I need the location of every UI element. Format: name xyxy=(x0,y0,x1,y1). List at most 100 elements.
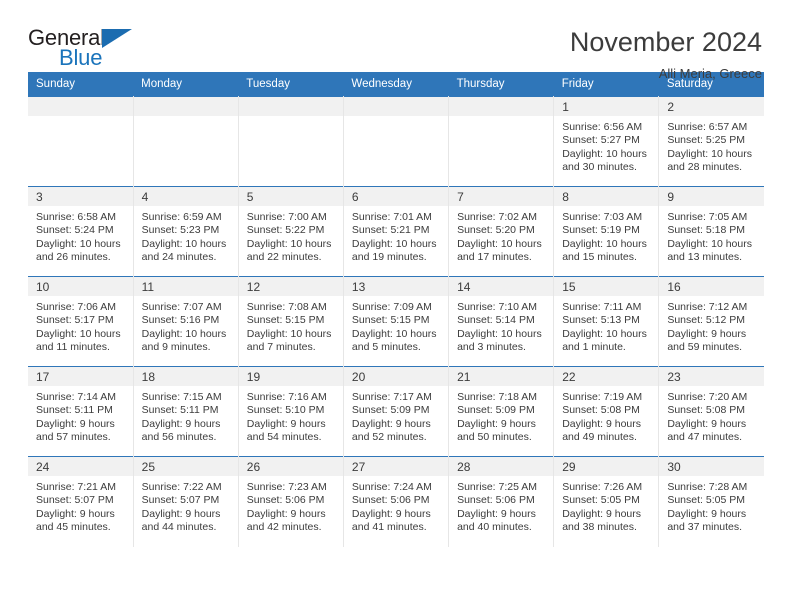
daylight-duration-line2: and 38 minutes. xyxy=(562,521,637,534)
day-sun-info: Sunrise: 6:57 AM Sunset: 5:25 PM Daylight:… xyxy=(659,116,764,175)
daylight-duration-line1: Daylight: 10 hours xyxy=(562,237,647,250)
daylight-duration-line1: Daylight: 9 hours xyxy=(667,507,747,520)
calendar-page: General Blue November 2024 Alli Meria, G… xyxy=(0,0,792,612)
sunrise-time: Sunrise: 7:08 AM xyxy=(246,301,327,313)
sunrise-time: Sunrise: 7:01 AM xyxy=(351,211,432,223)
sunset-time: Sunset: 5:12 PM xyxy=(667,314,745,327)
day-number: 13 xyxy=(343,277,449,296)
daylight-duration-line2: and 1 minute. xyxy=(562,341,626,354)
calendar-day-cell[interactable]: 8 Sunrise: 7:03 AM Sunset: 5:19 PM Daylight… xyxy=(553,186,660,277)
sunrise-time: Sunrise: 6:57 AM xyxy=(667,121,748,133)
sunset-time: Sunset: 5:24 PM xyxy=(36,224,114,237)
daylight-duration-line2: and 47 minutes. xyxy=(667,431,743,444)
calendar-day-cell[interactable]: 27 Sunrise: 7:24 AM Sunset: 5:06 PM Dayligh… xyxy=(343,456,450,547)
calendar-week-row: 3 Sunrise: 6:58 AM Sunset: 5:24 PM Daylight… xyxy=(28,186,764,277)
day-number xyxy=(28,97,133,116)
daylight-duration-line2: and 57 minutes. xyxy=(36,431,111,444)
calendar-day-cell[interactable]: 18 Sunrise: 7:15 AM Sunset: 5:11 PM Dayligh… xyxy=(133,366,239,457)
daylight-duration-line1: Daylight: 10 hours xyxy=(562,327,647,340)
sunset-time: Sunset: 5:13 PM xyxy=(562,314,640,327)
sunset-time: Sunset: 5:18 PM xyxy=(667,224,745,237)
calendar-day-cell[interactable]: 24 Sunrise: 7:21 AM Sunset: 5:07 PM Dayligh… xyxy=(28,456,134,547)
daylight-duration-line1: Daylight: 9 hours xyxy=(562,417,641,430)
daylight-duration-line1: Daylight: 10 hours xyxy=(36,237,121,250)
daylight-duration-line1: Daylight: 10 hours xyxy=(457,237,542,250)
page-title: November 2024 xyxy=(569,27,762,57)
calendar-day-cell[interactable]: 6 Sunrise: 7:01 AM Sunset: 5:21 PM Daylight… xyxy=(343,186,450,277)
calendar-day-cell[interactable]: 21 Sunrise: 7:18 AM Sunset: 5:09 PM Dayligh… xyxy=(448,366,555,457)
page-header: General Blue November 2024 Alli Meria, G… xyxy=(28,0,764,82)
calendar-day-cell[interactable]: 19 Sunrise: 7:16 AM Sunset: 5:10 PM Dayligh… xyxy=(238,366,344,457)
daylight-duration-line2: and 5 minutes. xyxy=(351,341,421,354)
daylight-duration-line1: Daylight: 9 hours xyxy=(246,507,326,520)
calendar-day-cell[interactable]: 5 Sunrise: 7:00 AM Sunset: 5:22 PM Daylight… xyxy=(238,186,344,277)
daylight-duration-line1: Daylight: 10 hours xyxy=(351,327,437,340)
calendar-day-cell[interactable]: 2 Sunrise: 6:57 AM Sunset: 5:25 PM Daylight… xyxy=(658,96,764,187)
calendar-day-cell[interactable]: 29 Sunrise: 7:26 AM Sunset: 5:05 PM Dayligh… xyxy=(553,456,660,547)
sunrise-time: Sunrise: 7:26 AM xyxy=(562,481,643,493)
sunrise-time: Sunrise: 7:24 AM xyxy=(351,481,432,493)
daylight-duration-line1: Daylight: 10 hours xyxy=(246,327,332,340)
calendar-day-cell[interactable]: 13 Sunrise: 7:09 AM Sunset: 5:15 PM Dayligh… xyxy=(343,276,450,367)
calendar-day-cell[interactable]: 4 Sunrise: 6:59 AM Sunset: 5:23 PM Daylight… xyxy=(133,186,239,277)
day-sun-info: Sunrise: 7:24 AM Sunset: 5:06 PM Daylight:… xyxy=(344,476,448,535)
sunrise-time: Sunrise: 6:56 AM xyxy=(562,121,643,133)
sunrise-time: Sunrise: 7:21 AM xyxy=(36,481,116,493)
sunset-time: Sunset: 5:17 PM xyxy=(36,314,114,327)
day-number: 22 xyxy=(554,367,659,386)
daylight-duration-line1: Daylight: 9 hours xyxy=(36,507,115,520)
daylight-duration-line2: and 7 minutes. xyxy=(246,341,316,354)
calendar-day-cell[interactable]: 9 Sunrise: 7:05 AM Sunset: 5:18 PM Daylight… xyxy=(658,186,764,277)
calendar-day-cell[interactable]: 14 Sunrise: 7:10 AM Sunset: 5:14 PM Dayligh… xyxy=(448,276,555,367)
day-sun-info: Sunrise: 7:15 AM Sunset: 5:11 PM Daylight:… xyxy=(134,386,238,445)
daylight-duration-line2: and 3 minutes. xyxy=(457,341,526,354)
day-number: 24 xyxy=(28,457,133,476)
day-number xyxy=(133,97,238,116)
sunrise-time: Sunrise: 7:14 AM xyxy=(36,391,116,403)
day-sun-info: Sunrise: 6:59 AM Sunset: 5:23 PM Daylight:… xyxy=(134,206,238,265)
calendar-day-cell[interactable]: 17 Sunrise: 7:14 AM Sunset: 5:11 PM Dayligh… xyxy=(28,366,134,457)
day-number: 26 xyxy=(238,457,343,476)
day-sun-info: Sunrise: 7:00 AM Sunset: 5:22 PM Daylight:… xyxy=(239,206,343,265)
sunset-time: Sunset: 5:10 PM xyxy=(246,404,325,417)
daylight-duration-line1: Daylight: 9 hours xyxy=(36,417,115,430)
day-number: 19 xyxy=(238,367,343,386)
daylight-duration-line1: Daylight: 9 hours xyxy=(667,417,747,430)
calendar-day-cell[interactable]: 16 Sunrise: 7:12 AM Sunset: 5:12 PM Dayligh… xyxy=(658,276,764,367)
sunrise-time: Sunrise: 7:09 AM xyxy=(351,301,432,313)
calendar-day-cell[interactable]: 22 Sunrise: 7:19 AM Sunset: 5:08 PM Dayligh… xyxy=(553,366,660,457)
daylight-duration-line2: and 45 minutes. xyxy=(36,521,111,534)
day-sun-info: Sunrise: 7:03 AM Sunset: 5:19 PM Daylight:… xyxy=(554,206,658,265)
calendar-day-cell[interactable]: 23 Sunrise: 7:20 AM Sunset: 5:08 PM Dayligh… xyxy=(658,366,764,457)
calendar-day-cell[interactable]: 26 Sunrise: 7:23 AM Sunset: 5:06 PM Dayligh… xyxy=(238,456,344,547)
calendar-day-cell[interactable]: 3 Sunrise: 6:58 AM Sunset: 5:24 PM Daylight… xyxy=(28,186,134,277)
daylight-duration-line1: Daylight: 10 hours xyxy=(562,147,647,160)
day-sun-info: Sunrise: 7:21 AM Sunset: 5:07 PM Daylight:… xyxy=(28,476,133,535)
daylight-duration-line2: and 19 minutes. xyxy=(351,251,427,264)
calendar-day-cell[interactable]: 15 Sunrise: 7:11 AM Sunset: 5:13 PM Dayligh… xyxy=(553,276,660,367)
calendar-day-cell-empty xyxy=(343,96,450,187)
day-number: 20 xyxy=(343,367,449,386)
sunset-time: Sunset: 5:07 PM xyxy=(141,494,220,507)
sunrise-time: Sunrise: 7:07 AM xyxy=(141,301,222,313)
calendar-day-cell[interactable]: 7 Sunrise: 7:02 AM Sunset: 5:20 PM Daylight… xyxy=(448,186,555,277)
daylight-duration-line1: Daylight: 10 hours xyxy=(246,237,332,250)
sunset-time: Sunset: 5:05 PM xyxy=(667,494,745,507)
calendar-day-cell[interactable]: 10 Sunrise: 7:06 AM Sunset: 5:17 PM Dayligh… xyxy=(28,276,134,367)
day-sun-info: Sunrise: 7:05 AM Sunset: 5:18 PM Daylight:… xyxy=(659,206,764,265)
sunset-time: Sunset: 5:27 PM xyxy=(562,134,640,147)
daylight-duration-line2: and 52 minutes. xyxy=(351,431,427,444)
day-number: 1 xyxy=(554,97,659,116)
calendar-day-cell[interactable]: 30 Sunrise: 7:28 AM Sunset: 5:05 PM Dayligh… xyxy=(658,456,764,547)
day-number xyxy=(343,97,449,116)
daylight-duration-line2: and 17 minutes. xyxy=(457,251,532,264)
day-number: 27 xyxy=(343,457,449,476)
day-sun-info: Sunrise: 7:14 AM Sunset: 5:11 PM Daylight:… xyxy=(28,386,133,445)
sunrise-time: Sunrise: 7:11 AM xyxy=(562,301,642,313)
calendar-day-cell[interactable]: 28 Sunrise: 7:25 AM Sunset: 5:06 PM Dayligh… xyxy=(448,456,555,547)
calendar-day-cell[interactable]: 25 Sunrise: 7:22 AM Sunset: 5:07 PM Dayligh… xyxy=(133,456,239,547)
calendar-day-cell[interactable]: 11 Sunrise: 7:07 AM Sunset: 5:16 PM Dayligh… xyxy=(133,276,239,367)
calendar-day-cell[interactable]: 20 Sunrise: 7:17 AM Sunset: 5:09 PM Dayligh… xyxy=(343,366,450,457)
calendar-day-cell[interactable]: 1 Sunrise: 6:56 AM Sunset: 5:27 PM Daylight… xyxy=(553,96,660,187)
calendar-day-cell[interactable]: 12 Sunrise: 7:08 AM Sunset: 5:15 PM Dayligh… xyxy=(238,276,344,367)
